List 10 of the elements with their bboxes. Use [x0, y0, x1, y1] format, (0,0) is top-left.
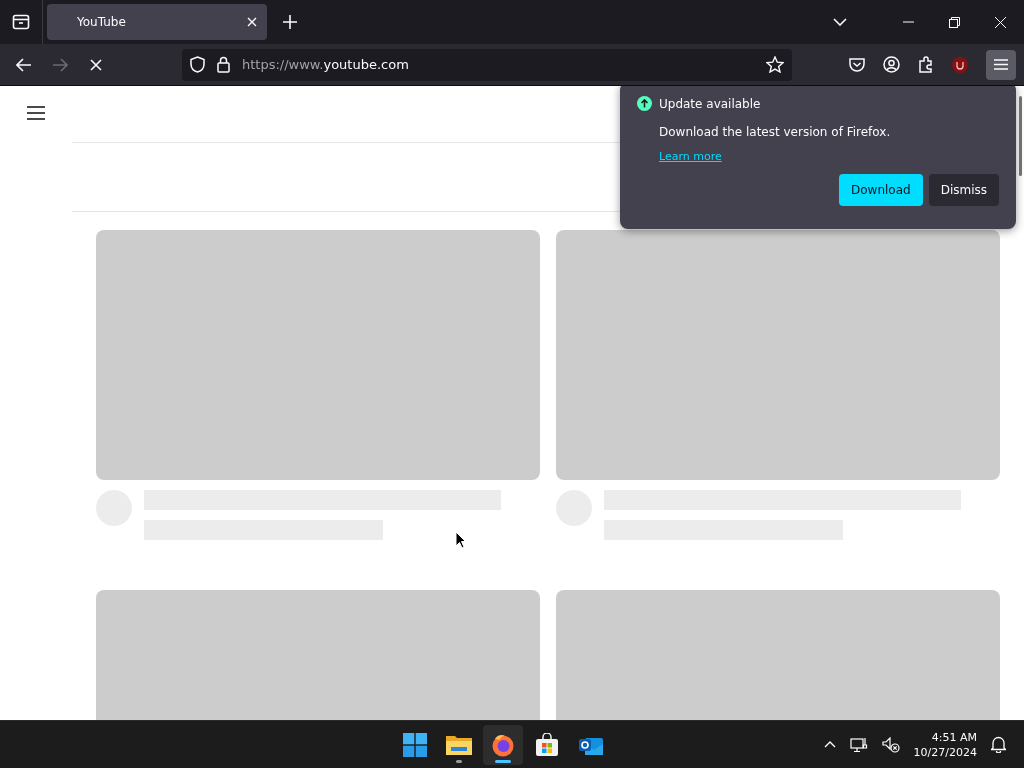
browser-tab[interactable]: YouTube	[47, 4, 267, 40]
popup-message: Download the latest version of Firefox.	[659, 125, 892, 139]
dismiss-button[interactable]: Dismiss	[928, 174, 999, 206]
url-text: https://www.youtube.com	[242, 57, 409, 72]
learn-more-link[interactable]: Learn more	[659, 150, 722, 163]
clock-time[interactable]: 4:51 AM	[931, 729, 977, 745]
popup-title: Update available	[659, 96, 761, 111]
clock-date[interactable]: 10/27/2024	[913, 744, 977, 760]
address-bar[interactable]: https://www.youtube.com	[182, 48, 792, 81]
download-button[interactable]: Download	[839, 174, 923, 206]
